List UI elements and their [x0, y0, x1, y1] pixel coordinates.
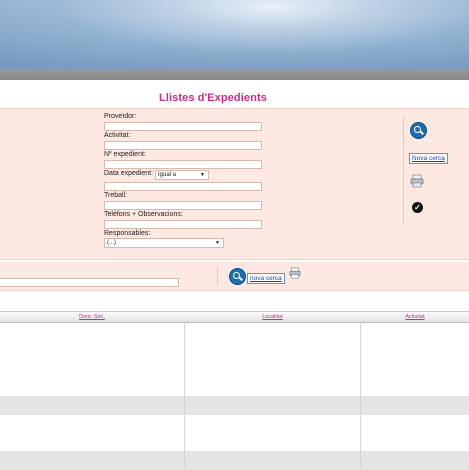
- printer-icon[interactable]: [410, 174, 424, 188]
- proveidor-input[interactable]: [104, 122, 262, 131]
- responsables-label: Responsables:: [104, 230, 151, 237]
- responsables-value: (...): [107, 240, 116, 246]
- activitat-label: Activitat:: [104, 132, 131, 139]
- quick-search-input[interactable]: [0, 278, 179, 287]
- data-expedient-input[interactable]: [104, 182, 262, 191]
- column-activitat[interactable]: Activitat: [361, 312, 469, 322]
- search-icon[interactable]: [410, 122, 427, 139]
- responsables-select[interactable]: (...) ▼: [104, 238, 224, 248]
- chevron-down-icon: ▼: [215, 240, 220, 246]
- activitat-input[interactable]: [104, 141, 262, 150]
- telefons-input[interactable]: [104, 220, 262, 229]
- telefons-label: Telèfons + Observacions:: [104, 211, 183, 218]
- column-localitat[interactable]: Localitat: [185, 312, 360, 322]
- proveidor-label: Proveïdor:: [104, 113, 137, 120]
- header-banner-shade: [0, 0, 469, 69]
- new-search-button[interactable]: Nova cerca: [409, 153, 448, 164]
- table-row: [0, 451, 469, 470]
- form-divider: [403, 116, 404, 224]
- treball-input[interactable]: [104, 201, 262, 210]
- data-operator-value: Igual a: [158, 172, 177, 178]
- expedient-label: Nº expedient:: [104, 151, 146, 158]
- column-divider: [360, 321, 361, 469]
- quick-search-divider: [217, 266, 218, 286]
- page-title: Llistes d'Expedients: [159, 92, 267, 104]
- data-expedient-label: Data expedient:: [104, 170, 154, 177]
- check-icon[interactable]: ✓: [412, 202, 423, 213]
- table-row: [0, 396, 469, 415]
- treball-label: Treball:: [104, 192, 128, 199]
- column-dom-soc[interactable]: Dom. Soc.: [0, 312, 184, 322]
- search-icon[interactable]: [229, 268, 246, 285]
- chevron-down-icon: ▼: [200, 172, 205, 178]
- results-table-header: Dom. Soc. Localitat Activitat: [0, 311, 469, 323]
- printer-icon[interactable]: [289, 267, 301, 279]
- nav-bar: [0, 69, 469, 80]
- quick-new-search-button[interactable]: nova cerca: [247, 273, 285, 284]
- column-divider: [184, 321, 185, 469]
- data-operator-select[interactable]: Igual a ▼: [155, 170, 209, 180]
- expedient-input[interactable]: [104, 160, 262, 169]
